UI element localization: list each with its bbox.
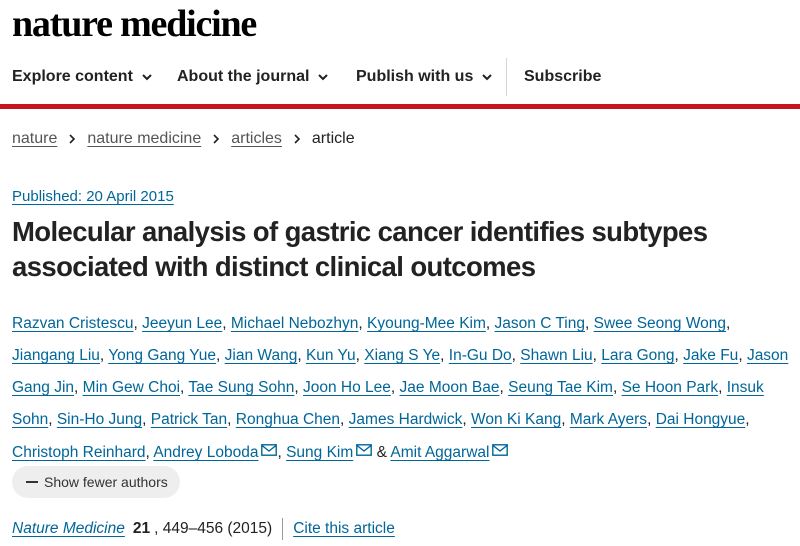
- author-link[interactable]: Ronghua Chen: [236, 411, 340, 428]
- breadcrumb-nature[interactable]: nature: [12, 130, 57, 148]
- email-icon[interactable]: [492, 436, 509, 456]
- author-link[interactable]: Jason C Ting: [495, 315, 585, 332]
- header-accent-bar: [0, 104, 800, 109]
- minus-icon: [26, 481, 38, 483]
- chevron-down-icon: [142, 74, 152, 81]
- journal-logo[interactable]: nature medicine: [12, 2, 257, 46]
- author-link[interactable]: Jeeyun Lee: [142, 315, 222, 332]
- author-link[interactable]: Shawn Liu: [520, 347, 592, 364]
- chevron-right-icon: [294, 134, 301, 144]
- author-link[interactable]: Michael Nebozhyn: [231, 315, 359, 332]
- chevron-right-icon: [69, 134, 76, 144]
- citation-line: Nature Medicine 21 , 449–456 (2015) Cite…: [12, 518, 395, 540]
- volume-number: 21: [132, 520, 151, 537]
- title-line-2: associated with distinct clinical outcom…: [12, 251, 536, 282]
- article-title: Molecular analysis of gastric cancer ide…: [12, 214, 792, 284]
- breadcrumb-nature-medicine[interactable]: nature medicine: [87, 130, 201, 148]
- author-link[interactable]: Xiang S Ye: [364, 347, 440, 364]
- citation-divider: [282, 518, 284, 540]
- author-link[interactable]: Jiangang Liu: [12, 347, 100, 364]
- email-icon[interactable]: [356, 436, 373, 456]
- show-fewer-label: Show fewer authors: [44, 474, 168, 490]
- breadcrumb-current: article: [311, 130, 355, 147]
- chevron-down-icon: [482, 74, 493, 81]
- author-ampersand: &: [376, 444, 387, 461]
- nav-divider: [506, 58, 507, 96]
- nav-publish-label: Publish with us: [356, 68, 474, 85]
- chevron-down-icon: [318, 74, 329, 81]
- author-link[interactable]: Tae Sung Sohn: [188, 379, 294, 396]
- nav-explore-label: Explore content: [12, 68, 133, 85]
- author-link[interactable]: Won Ki Kang: [471, 411, 561, 428]
- chevron-right-icon: [213, 134, 220, 144]
- cite-this-article-link[interactable]: Cite this article: [293, 520, 395, 538]
- pages-year: , 449–456 (2015): [154, 520, 273, 537]
- subscribe-link[interactable]: Subscribe: [524, 68, 601, 86]
- author-link[interactable]: Mark Ayers: [570, 411, 647, 428]
- author-link[interactable]: Min Gew Choi: [83, 379, 180, 396]
- nav-about-label: About the journal: [177, 68, 310, 85]
- author-link[interactable]: Kyoung-Mee Kim: [367, 315, 486, 332]
- author-link[interactable]: Lara Gong: [601, 347, 674, 364]
- journal-name-link[interactable]: Nature Medicine: [12, 520, 125, 538]
- author-link[interactable]: Swee Seong Wong: [594, 315, 726, 332]
- show-fewer-authors-button[interactable]: Show fewer authors: [12, 466, 180, 498]
- nav-explore-content[interactable]: Explore content: [12, 68, 153, 86]
- author-link[interactable]: Amit Aggarwal: [390, 444, 489, 461]
- author-link[interactable]: Jake Fu: [683, 347, 738, 364]
- email-icon[interactable]: [261, 436, 278, 456]
- author-link[interactable]: James Hardwick: [349, 411, 463, 428]
- breadcrumb: nature nature medicine articles article: [12, 130, 355, 148]
- author-link[interactable]: Yong Gang Yue: [108, 347, 216, 364]
- title-line-1: Molecular analysis of gastric cancer ide…: [12, 216, 708, 247]
- main-nav: Explore content About the journal Publis…: [0, 56, 800, 104]
- published-date[interactable]: Published: 20 April 2015: [12, 188, 174, 205]
- author-link[interactable]: In-Gu Do: [449, 347, 512, 364]
- author-link[interactable]: Dai Hongyue: [656, 411, 746, 428]
- author-link[interactable]: Christoph Reinhard: [12, 444, 146, 461]
- nav-about-journal[interactable]: About the journal: [177, 68, 329, 86]
- author-link[interactable]: Sin-Ho Jung: [57, 411, 142, 428]
- author-link[interactable]: Razvan Cristescu: [12, 315, 133, 332]
- author-link[interactable]: Kun Yu: [306, 347, 356, 364]
- author-link[interactable]: Seung Tae Kim: [508, 379, 613, 396]
- author-link[interactable]: Joon Ho Lee: [303, 379, 391, 396]
- subscribe-label: Subscribe: [524, 68, 602, 85]
- author-link[interactable]: Se Hoon Park: [622, 379, 719, 396]
- author-list: Razvan Cristescu, Jeeyun Lee, Michael Ne…: [12, 315, 789, 461]
- author-link[interactable]: Andrey Loboda: [153, 444, 258, 461]
- nav-publish[interactable]: Publish with us: [356, 68, 493, 86]
- breadcrumb-articles[interactable]: articles: [231, 130, 282, 148]
- author-link[interactable]: Jian Wang: [225, 347, 298, 364]
- author-link[interactable]: Patrick Tan: [151, 411, 227, 428]
- author-link[interactable]: Jae Moon Bae: [400, 379, 500, 396]
- author-link[interactable]: Sung Kim: [286, 444, 353, 461]
